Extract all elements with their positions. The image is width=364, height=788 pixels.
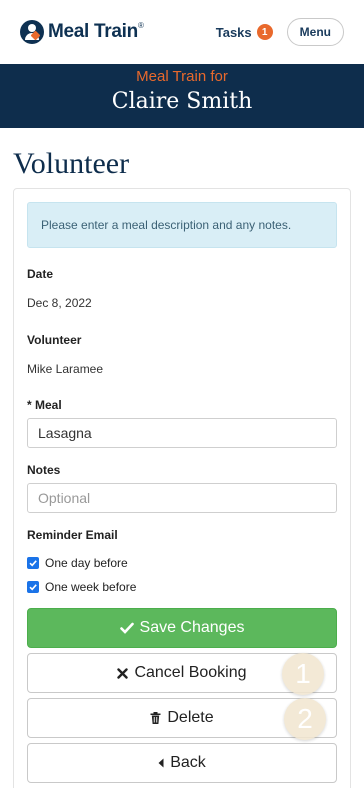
reminder-day-before-option[interactable]: One day before [27, 554, 128, 572]
logo-icon [20, 20, 44, 44]
reminder-day-before-label: One day before [45, 556, 128, 570]
cancel-booking-button[interactable]: Cancel Booking 1 [27, 653, 337, 695]
caret-left-icon [158, 758, 164, 768]
train-banner: Meal Train for Claire Smith [0, 64, 364, 128]
reminder-week-before-label: One week before [45, 580, 137, 594]
meal-train-logo[interactable]: Meal Train® [20, 20, 144, 44]
reminder-week-before-option[interactable]: One week before [27, 578, 136, 596]
tasks-count-badge: 1 [256, 24, 273, 40]
reminder-week-before-checkbox[interactable] [27, 581, 39, 593]
menu-button[interactable]: Menu [286, 18, 344, 46]
meal-label: * Meal [27, 398, 62, 412]
step-badge-2: 2 [284, 698, 326, 740]
meal-input[interactable]: Lasagna [27, 418, 337, 448]
save-changes-button[interactable]: Save Changes [27, 608, 337, 648]
cancel-booking-label: Cancel Booking [134, 664, 247, 681]
top-nav: Meal Train® Tasks 1 Menu [0, 0, 364, 64]
reminder-day-before-checkbox[interactable] [27, 557, 39, 569]
checkmark-icon [29, 584, 37, 591]
banner-subtitle: Meal Train for [136, 68, 228, 85]
date-label: Date [27, 267, 54, 281]
date-value: Dec 8, 2022 [27, 296, 92, 310]
close-icon [117, 667, 129, 679]
logo-text: Meal Train® [48, 21, 144, 42]
recipient-name: Claire Smith [111, 89, 253, 114]
checkmark-icon [29, 560, 37, 567]
volunteer-value: Mike Laramee [27, 362, 104, 376]
delete-label: Delete [167, 709, 214, 726]
page-title: Volunteer [13, 147, 130, 180]
volunteer-label: Volunteer [27, 333, 82, 347]
tasks-link[interactable]: Tasks 1 [216, 24, 273, 40]
reminder-email-label: Reminder Email [27, 528, 118, 542]
check-icon [119, 622, 134, 634]
save-changes-label: Save Changes [139, 619, 245, 636]
tasks-label: Tasks [215, 24, 252, 40]
notes-label: Notes [27, 463, 61, 477]
back-button[interactable]: Back [27, 743, 337, 783]
info-alert: Please enter a meal description and any … [27, 202, 337, 248]
back-label: Back [170, 754, 206, 771]
step-badge-1: 1 [282, 653, 324, 695]
trash-icon [150, 712, 161, 724]
delete-button[interactable]: Delete 2 [27, 698, 337, 740]
notes-input[interactable]: Optional [27, 483, 337, 513]
